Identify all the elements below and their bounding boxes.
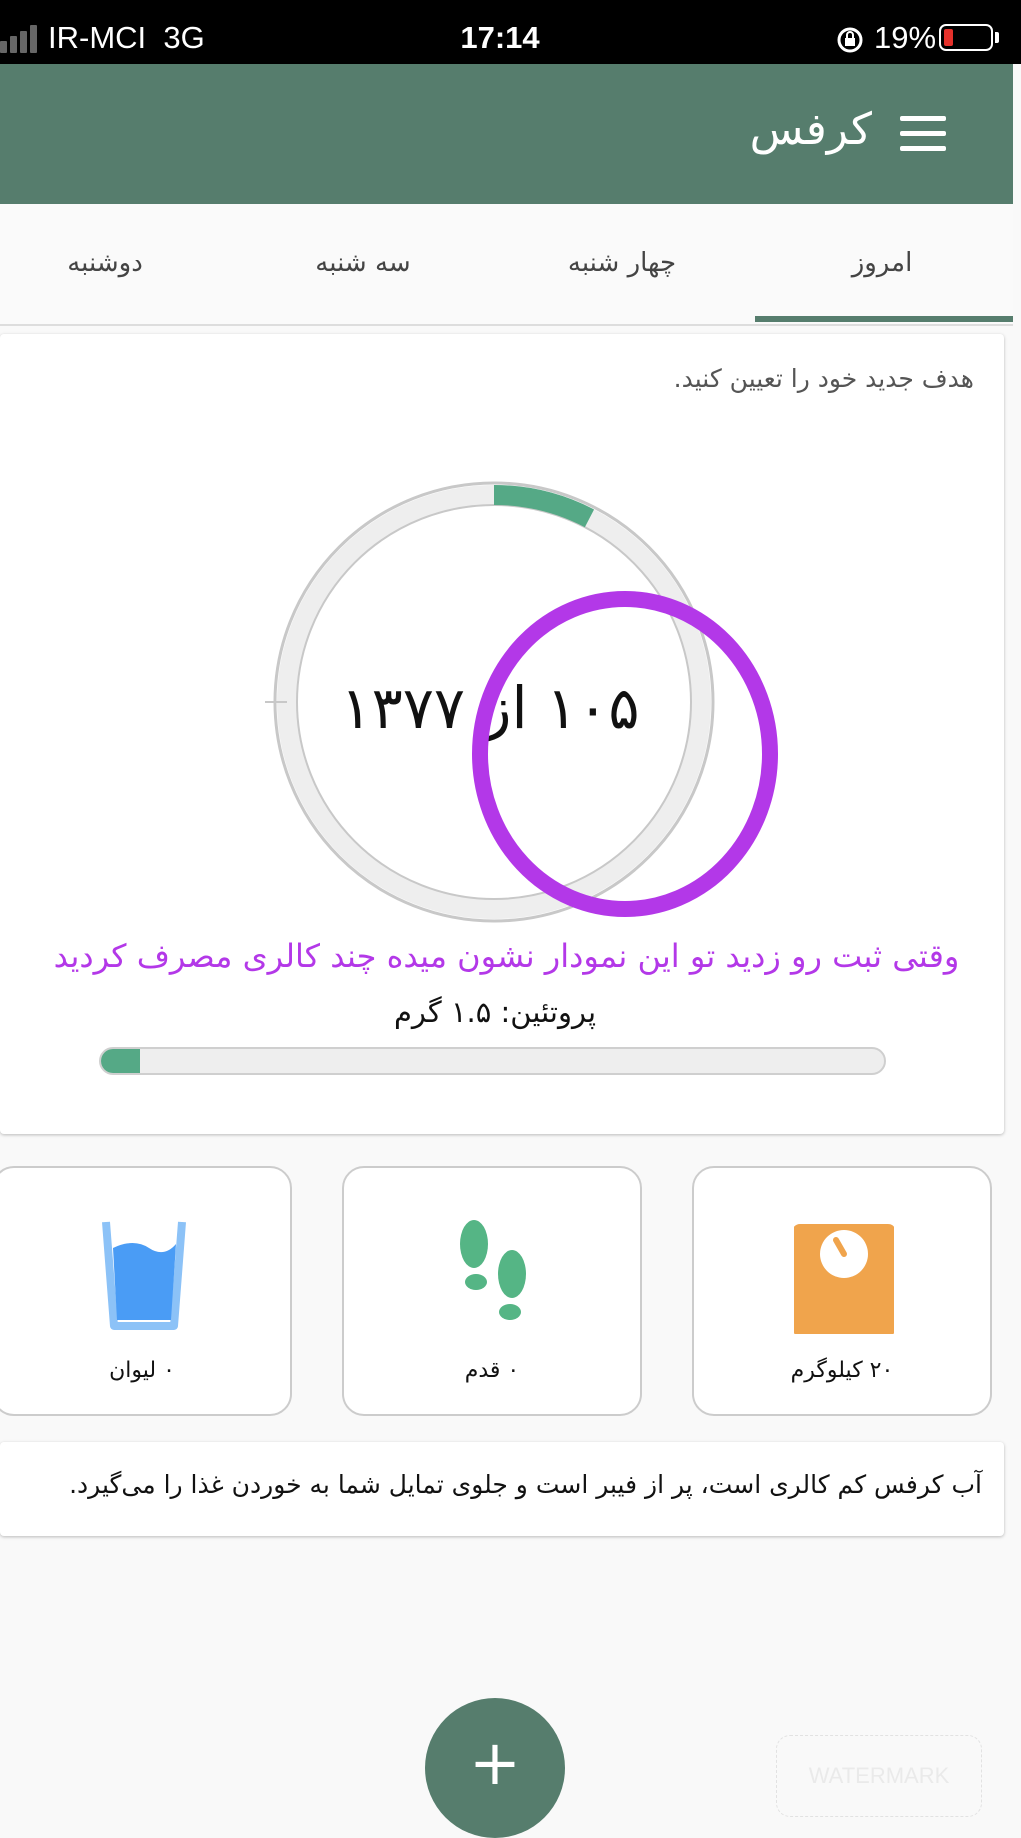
tip-text: آب کرفس کم کالری است، پر از فیبر است و ج… [69, 1470, 982, 1499]
protein-label: پروتئین: ۱.۵ گرم [393, 995, 597, 1029]
steps-tile[interactable]: ۰ قدم [342, 1166, 642, 1416]
protein-progress-bar [99, 1047, 886, 1075]
weight-tile[interactable]: ۲۰ کیلوگرم [692, 1166, 992, 1416]
battery-percent: 19% [874, 20, 937, 55]
app-title: کرفس [749, 104, 872, 155]
steps-label: ۰ قدم [464, 1358, 520, 1383]
footsteps-icon [460, 1220, 526, 1320]
water-glass-icon [102, 1221, 186, 1330]
rotation-lock-icon [837, 27, 863, 53]
tip-card: آب کرفس کم کالری است، پر از فیبر است و ج… [0, 1442, 1004, 1536]
weight-label: ۲۰ کیلوگرم [790, 1358, 894, 1383]
day-tabs: امروز چهار شنبه سه شنبه دوشنبه [0, 204, 1013, 326]
tab-tuesday[interactable]: سه شنبه [263, 248, 463, 278]
app-bar: کرفس [0, 64, 1013, 204]
watermark: WATERMARK [776, 1735, 982, 1817]
annotation-text: وقتی ثبت رو زدید تو این نمودار نشون میده… [53, 937, 960, 975]
hamburger-menu-icon[interactable] [900, 116, 946, 152]
add-button[interactable]: + [425, 1698, 565, 1838]
tab-monday[interactable]: دوشنبه [5, 248, 205, 278]
water-label: ۰ لیوان [109, 1358, 175, 1383]
status-bar: IR-MCI 3G 17:14 19% [0, 0, 1021, 64]
water-tile[interactable]: ۰ لیوان [0, 1166, 292, 1416]
scale-icon [794, 1224, 894, 1334]
active-tab-indicator [755, 316, 1013, 322]
tab-wednesday[interactable]: چهار شنبه [522, 248, 722, 278]
tab-today[interactable]: امروز [782, 248, 982, 278]
battery-icon [939, 24, 993, 51]
